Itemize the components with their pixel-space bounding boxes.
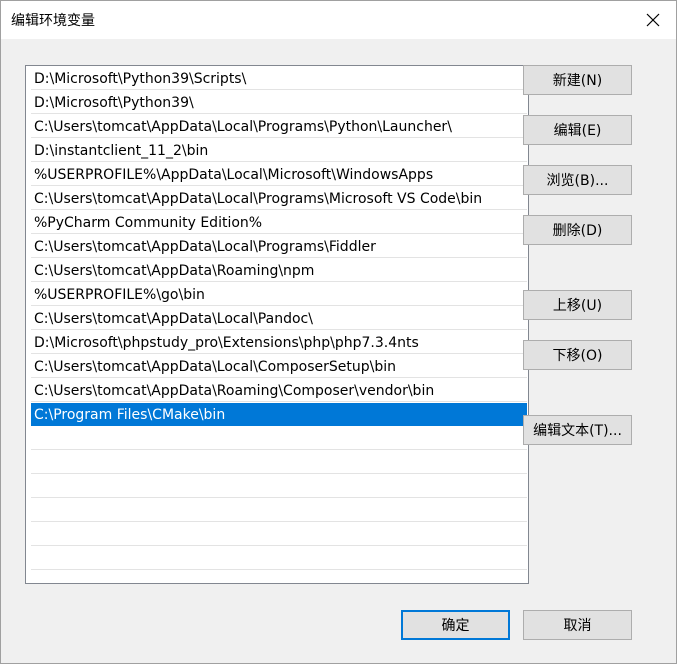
empty-list-row xyxy=(31,499,527,522)
path-list[interactable]: D:\Microsoft\Python39\Scripts\ D:\Microso… xyxy=(25,65,529,584)
list-item[interactable]: C:\Users\tomcat\AppData\Roaming\npm xyxy=(31,259,527,282)
list-item[interactable]: C:\Users\tomcat\AppData\Local\Programs\P… xyxy=(31,115,527,138)
list-item[interactable]: D:\Microsoft\Python39\Scripts\ xyxy=(31,67,527,90)
list-item[interactable]: D:\Microsoft\Python39\ xyxy=(31,91,527,114)
cancel-button[interactable]: 取消 xyxy=(523,610,632,640)
list-item[interactable]: %USERPROFILE%\go\bin xyxy=(31,283,527,306)
list-item[interactable]: C:\Program Files\CMake\bin xyxy=(31,403,527,426)
empty-list-row xyxy=(31,475,527,498)
dialog-title: 编辑环境变量 xyxy=(11,13,95,29)
list-item[interactable]: C:\Users\tomcat\AppData\Roaming\Composer… xyxy=(31,379,527,402)
delete-button[interactable]: 删除(D) xyxy=(523,215,632,245)
empty-list-row xyxy=(31,451,527,474)
empty-list-row xyxy=(31,427,527,450)
list-item[interactable]: C:\Users\tomcat\AppData\Local\Programs\M… xyxy=(31,187,527,210)
list-item[interactable]: D:\Microsoft\phpstudy_pro\Extensions\php… xyxy=(31,331,527,354)
empty-list-row xyxy=(31,523,527,546)
edit-button[interactable]: 编辑(E) xyxy=(523,115,632,145)
list-item[interactable]: C:\Users\tomcat\AppData\Local\Pandoc\ xyxy=(31,307,527,330)
list-item[interactable]: %PyCharm Community Edition% xyxy=(31,211,527,234)
edit-env-variable-dialog: 编辑环境变量 D:\Microsoft\Python39\Scripts\ D:\… xyxy=(0,0,677,664)
list-item[interactable]: C:\Users\tomcat\AppData\Local\ComposerSe… xyxy=(31,355,527,378)
edit-text-button[interactable]: 编辑文本(T)... xyxy=(523,415,632,445)
close-button[interactable] xyxy=(642,9,664,31)
browse-button[interactable]: 浏览(B)... xyxy=(523,165,632,195)
list-item[interactable]: D:\instantclient_11_2\bin xyxy=(31,139,527,162)
empty-list-row xyxy=(31,547,527,570)
move-down-button[interactable]: 下移(O) xyxy=(523,340,632,370)
move-up-button[interactable]: 上移(U) xyxy=(523,290,632,320)
ok-button[interactable]: 确定 xyxy=(401,610,510,640)
list-item[interactable]: C:\Users\tomcat\AppData\Local\Programs\F… xyxy=(31,235,527,258)
close-icon xyxy=(646,13,660,27)
list-item[interactable]: %USERPROFILE%\AppData\Local\Microsoft\Wi… xyxy=(31,163,527,186)
new-button[interactable]: 新建(N) xyxy=(523,65,632,95)
title-bar: 编辑环境变量 xyxy=(1,1,676,39)
